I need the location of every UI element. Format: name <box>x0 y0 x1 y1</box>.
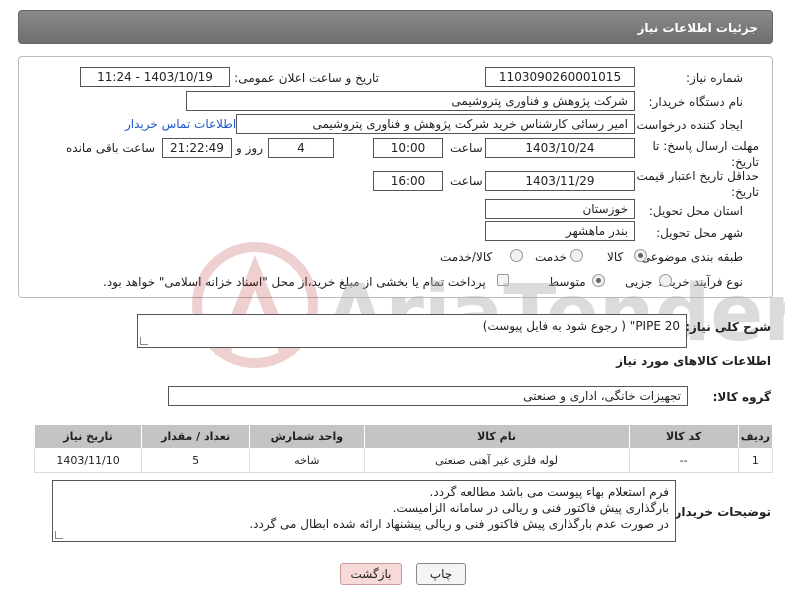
page-title: جزئیات اطلاعات نیاز <box>637 21 758 35</box>
creator-label: ایجاد کننده درخواست: <box>632 118 743 132</box>
cell-quantity: 5 <box>141 448 251 473</box>
category-radio-both[interactable] <box>510 249 523 262</box>
province-field[interactable]: خوزستان <box>485 199 635 219</box>
cell-code: -- <box>628 448 739 473</box>
description-text: PIPE 20" ( رجوع شود به فایل پیوست) <box>482 319 680 333</box>
col-header-row-number: ردیف <box>737 424 774 449</box>
buyer-notes-label: توضیحات خریدار: <box>669 505 771 519</box>
days-field[interactable]: 4 <box>268 138 334 158</box>
goods-section-title: اطلاعات کالاهای مورد نیاز <box>616 354 771 368</box>
process-option-medium: متوسط <box>548 275 586 289</box>
buyer-field[interactable]: شرکت پژوهش و فناوری پتروشیمی <box>186 91 635 111</box>
table-header-row: ردیف کد کالا نام کالا واحد شمارش تعداد /… <box>33 424 774 449</box>
city-field[interactable]: بندر ماهشهر <box>485 221 635 241</box>
remaining-field[interactable]: 21:22:49 <box>162 138 232 158</box>
announce-field[interactable]: 1403/10/19 - 11:24 <box>80 67 230 87</box>
cell-unit: شاخه <box>249 448 365 473</box>
validity-date-field[interactable]: 1403/11/29 <box>485 171 635 191</box>
col-header-quantity: تعداد / مقدار <box>141 424 251 449</box>
need-number-field[interactable]: 1103090260001015 <box>485 67 635 87</box>
category-option-both: کالا/خدمت <box>440 250 493 264</box>
treasury-note: پرداخت تمام یا بخشی از مبلغ خرید،از محل … <box>103 275 486 289</box>
col-header-unit: واحد شمارش <box>249 424 365 449</box>
cell-row-number: 1 <box>737 448 774 473</box>
description-textarea[interactable]: PIPE 20" ( رجوع شود به فایل پیوست) <box>137 314 687 348</box>
deadline-label: مهلت ارسال پاسخ: تا تاریخ: <box>652 139 759 169</box>
remaining-label: ساعت باقی مانده <box>66 141 156 155</box>
creator-field[interactable]: امیر رسائی کارشناس خرید شرکت پژوهش و فنا… <box>236 114 635 134</box>
province-label: استان محل تحویل: <box>648 204 743 218</box>
col-header-date: تاریخ نیاز <box>33 424 143 449</box>
resize-handle-icon[interactable] <box>140 337 148 345</box>
need-number-label: شماره نیاز: <box>686 71 743 85</box>
category-radio-service[interactable] <box>570 249 583 262</box>
category-option-service: خدمت <box>535 250 567 264</box>
buyer-notes-textarea[interactable]: فرم استعلام بهاء پیوست می باشد مطالعه گر… <box>52 480 676 542</box>
description-label: شرح کلی نیاز: <box>685 320 771 334</box>
buyer-note-line-2: بارگذاری پیش فاکتور فنی و ریالی در سامان… <box>392 501 669 515</box>
goods-group-label: گروه کالا: <box>712 390 771 404</box>
back-button[interactable]: بازگشت <box>340 563 402 585</box>
process-radio-minor[interactable] <box>659 274 672 287</box>
buyer-label: نام دستگاه خریدار: <box>648 95 744 109</box>
validity-time-label: ساعت <box>450 174 483 188</box>
cell-name: لوله فلزی غیر آهنی صنعتی <box>363 448 630 473</box>
category-option-goods: کالا <box>607 250 624 264</box>
process-radio-medium[interactable] <box>592 274 605 287</box>
category-label: طبقه بندی موضوعی: <box>636 250 743 264</box>
validity-time-field[interactable]: 16:00 <box>373 171 443 191</box>
validity-label: حداقل تاریخ اعتبار قیمت: تا تاریخ: <box>621 169 759 199</box>
announce-label: تاریخ و ساعت اعلان عمومی: <box>234 71 379 85</box>
buyer-note-line-1: فرم استعلام بهاء پیوست می باشد مطالعه گر… <box>429 485 669 499</box>
treasury-checkbox[interactable] <box>497 274 509 286</box>
page-header: جزئیات اطلاعات نیاز <box>18 10 773 44</box>
print-button[interactable]: چاپ <box>416 563 466 585</box>
deadline-time-field[interactable]: 10:00 <box>373 138 443 158</box>
process-option-minor: جزیی <box>625 275 653 289</box>
cell-date: 1403/11/10 <box>33 448 143 473</box>
category-radio-goods[interactable] <box>634 249 647 262</box>
city-label: شهر محل تحویل: <box>656 226 743 240</box>
col-header-name: نام کالا <box>363 424 630 449</box>
buyer-note-line-3: در صورت عدم بارگذاری پیش فاکتور فنی و ری… <box>249 517 669 531</box>
buyer-contact-link[interactable]: اطلاعات تماس خریدار <box>125 117 236 131</box>
goods-table: ردیف کد کالا نام کالا واحد شمارش تعداد /… <box>33 424 774 473</box>
table-row[interactable]: 1 -- لوله فلزی غیر آهنی صنعتی شاخه 5 140… <box>33 448 774 473</box>
deadline-time-label: ساعت <box>450 141 483 155</box>
resize-handle-icon[interactable] <box>55 531 63 539</box>
col-header-code: کد کالا <box>628 424 739 449</box>
deadline-date-field[interactable]: 1403/10/24 <box>485 138 635 158</box>
days-label: روز و <box>236 141 263 155</box>
goods-group-field[interactable]: تجهیزات خانگی، اداری و صنعتی <box>168 386 688 406</box>
